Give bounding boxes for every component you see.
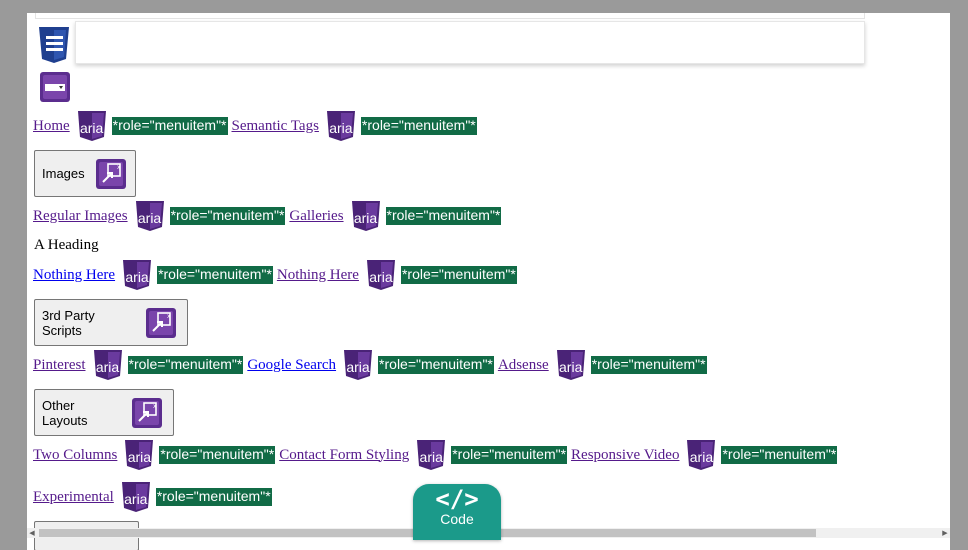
dropdown-select-icon[interactable] [39,71,71,103]
menu-link[interactable]: Responsive Video [571,447,679,464]
menu-link[interactable]: Experimental [33,489,114,506]
layouts-button-label: Other Layouts [42,397,88,428]
menu-row-6: Experimental aria *role="menuitem"* [33,481,276,513]
role-menuitem-badge: *role="menuitem"* [127,356,244,374]
aria-badge-icon: aria [685,439,717,471]
external-popup-icon: x [131,397,163,429]
menu-link[interactable]: Two Columns [33,447,117,464]
menu-link[interactable]: Google Search [247,357,336,374]
role-menuitem-badge: *role="menuitem"* [400,266,517,284]
hamburger-menu-icon[interactable] [37,26,71,64]
menu-link[interactable]: Nothing Here [33,267,115,284]
scroll-right-icon[interactable]: ▶ [940,528,950,538]
role-menuitem-badge: *role="menuitem"* [360,117,477,135]
aria-badge-icon: aria [555,349,587,381]
menu-row-4: Pinterest aria *role="menuitem"* Google Sea… [33,349,711,381]
aria-badge-icon: aria [76,110,108,142]
menu-link[interactable]: Pinterest [33,357,86,374]
menu-row-5: Two Columns aria *role="menuitem"* Contact … [33,439,841,471]
aria-badge-icon: aria [121,259,153,291]
role-menuitem-badge: *role="menuitem"* [378,356,494,374]
menu-link[interactable]: Home [33,118,70,135]
menu-row-1: Home aria *role="menuitem"* Semantic Tags ar… [33,110,481,142]
code-button-label: Code [440,511,474,527]
role-menuitem-badge: *role="menuitem"* [159,446,276,464]
menu-link[interactable]: Regular Images [33,208,128,225]
code-icon: </> [435,485,479,513]
role-menuitem-badge: *role="menuitem"* [590,356,707,374]
aria-badge-icon: aria [342,349,374,381]
menu-row-3: Nothing Here aria *role="menuitem"* Nothing… [33,259,521,291]
external-popup-icon: x [145,307,177,339]
page-content: Home aria *role="menuitem"* Semantic Tags ar… [27,13,950,550]
images-submenu-button[interactable]: Images x [34,150,136,197]
role-menuitem-badge: *role="menuitem"* [721,446,838,464]
scripts-button-label: 3rd Party Scripts [42,307,95,338]
header-bar [75,21,865,64]
aria-badge-icon: aria [123,439,155,471]
aria-badge-icon: aria [325,110,357,142]
aria-badge-label: aria [559,358,583,375]
role-menuitem-badge: *role="menuitem"* [111,117,228,135]
top-container-edge [35,13,865,19]
third-party-scripts-button[interactable]: 3rd Party Scripts x [34,299,188,346]
aria-badge-label: aria [419,448,443,465]
scroll-left-icon[interactable]: ◀ [27,528,37,538]
aria-badge-icon: aria [350,200,382,232]
menu-link[interactable]: Galleries [289,208,343,225]
menu-link[interactable]: Adsense [498,357,549,374]
role-menuitem-badge: *role="menuitem"* [155,488,272,506]
external-popup-icon: x [95,158,127,190]
aria-badge-icon: aria [92,349,124,381]
aria-badge-icon: aria [120,481,152,513]
section-heading: A Heading [34,237,99,253]
code-button[interactable]: </> Code [413,484,501,540]
aria-badge-label: aria [346,358,370,375]
aria-badge-label: aria [79,119,104,136]
menu-link[interactable]: Nothing Here [277,267,359,284]
menu-link[interactable]: Contact Form Styling [279,447,409,464]
aria-badge-label: aria [137,209,162,226]
aria-badge-label: aria [127,448,152,465]
aria-badge-label: aria [125,268,149,285]
svg-text:x: x [153,403,157,410]
aria-badge-icon: aria [134,200,166,232]
svg-text:x: x [117,164,121,171]
aria-badge-icon: aria [365,259,397,291]
aria-badge-label: aria [369,268,393,285]
role-menuitem-badge: *role="menuitem"* [451,446,568,464]
aria-badge-label: aria [124,490,148,507]
svg-text:x: x [167,313,171,320]
role-menuitem-badge: *role="menuitem"* [157,266,273,284]
images-button-label: Images [42,166,85,181]
aria-badge-icon: aria [415,439,447,471]
role-menuitem-badge: *role="menuitem"* [385,207,502,225]
other-layouts-button[interactable]: Other Layouts x [34,389,174,436]
aria-badge-label: aria [329,119,353,136]
role-menuitem-badge: *role="menuitem"* [169,207,286,225]
aria-badge-label: aria [689,448,714,465]
aria-badge-label: aria [353,209,378,226]
aria-badge-label: aria [95,358,120,375]
menu-row-2: Regular Images aria *role="menuitem"* Galle… [33,200,505,232]
menu-link[interactable]: Semantic Tags [232,118,319,135]
